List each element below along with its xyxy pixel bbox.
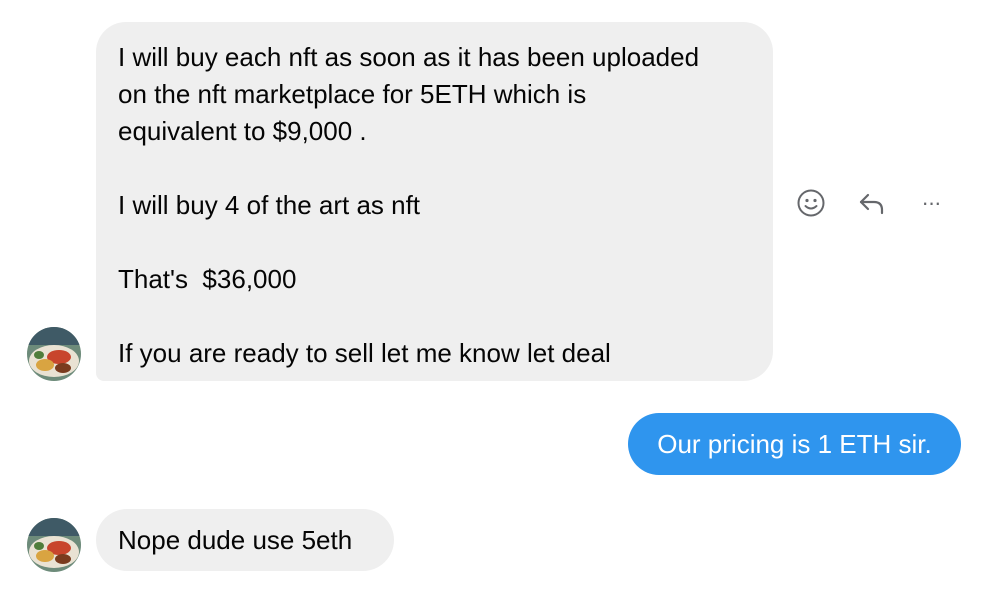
smiley-icon (797, 189, 825, 217)
message-text: ​ (118, 150, 751, 187)
more-options-button[interactable]: ··· (914, 186, 948, 220)
sender-avatar[interactable] (27, 518, 81, 572)
avatar-food-image (27, 518, 81, 572)
reply-arrow-icon (859, 193, 884, 215)
incoming-message-bubble[interactable]: I will buy each nft as soon as it has be… (96, 22, 773, 381)
message-text: I will buy 4 of the art as nft (118, 190, 421, 220)
message-text: Nope dude use 5eth (118, 524, 353, 555)
message-text: ​ (118, 298, 751, 335)
react-button[interactable] (794, 186, 828, 220)
incoming-message-bubble[interactable]: Nope dude use 5eth (96, 509, 394, 571)
message-text: ​ (118, 224, 751, 261)
sender-avatar[interactable] (27, 327, 81, 381)
outgoing-message-bubble[interactable]: Our pricing is 1 ETH sir. (628, 413, 961, 475)
message-text: Our pricing is 1 ETH sir. (657, 428, 932, 459)
message-text: If you are ready to sell let me know let… (118, 338, 611, 368)
avatar-food-image (27, 327, 81, 381)
message-text: That's $36,000 (118, 264, 297, 294)
message-text: I will buy each nft as soon as it has be… (118, 42, 700, 146)
more-dots-icon: ··· (921, 190, 942, 215)
reply-button[interactable] (854, 186, 888, 220)
